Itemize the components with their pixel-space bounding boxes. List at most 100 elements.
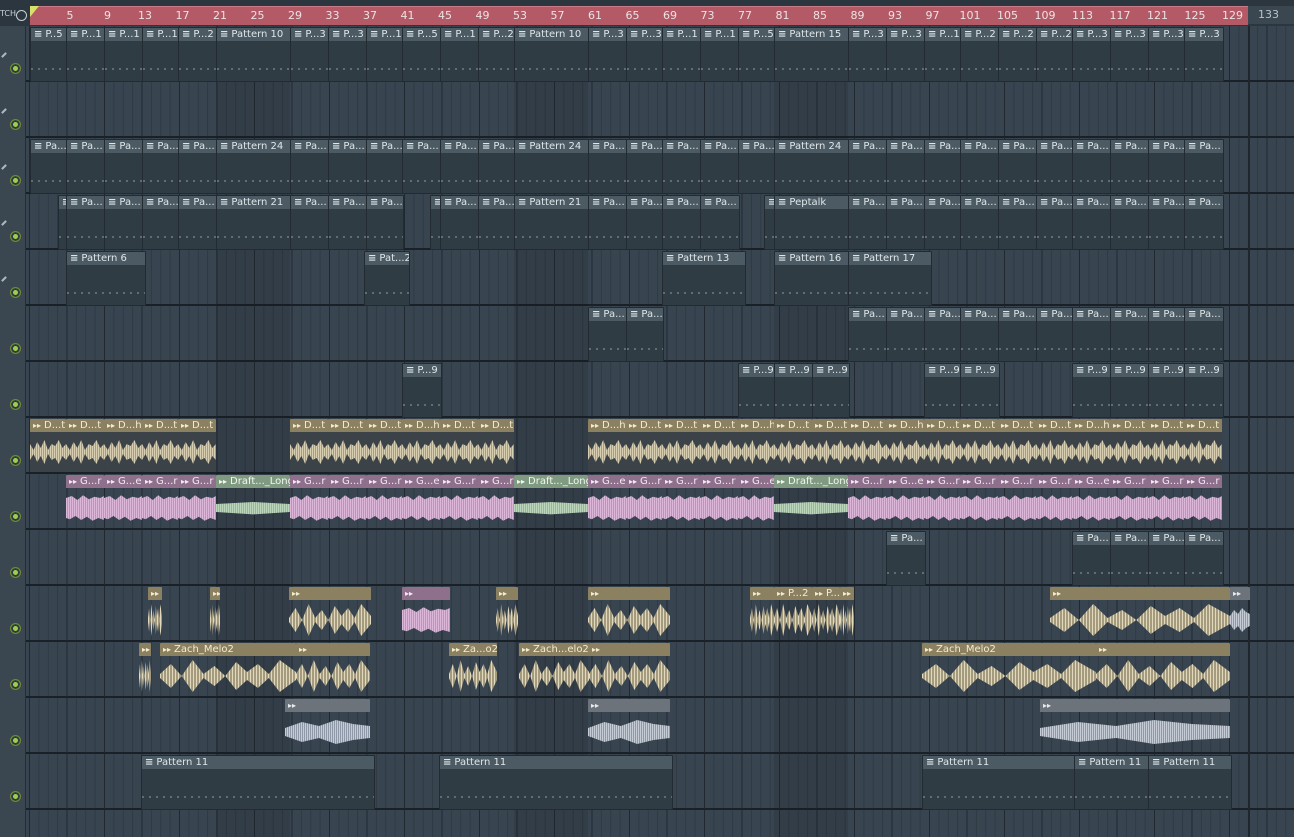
- pattern-clip[interactable]: Pa...: [738, 139, 776, 194]
- timeline-ruler[interactable]: 5 9 13 17 21 25 29 33 37 41 45 49 53 57 61 65 69 73 77 81 85…: [30, 6, 1248, 25]
- pattern-clip[interactable]: Pa...: [104, 195, 144, 250]
- pattern-clip[interactable]: Pa...: [700, 195, 740, 250]
- audio-clip[interactable]: G...er: [738, 475, 774, 528]
- pattern-clip[interactable]: Pattern 21: [514, 195, 590, 250]
- pattern-clip[interactable]: Pa...: [662, 139, 702, 194]
- pattern-clip[interactable]: P...2: [178, 27, 218, 82]
- audio-clip[interactable]: D...t: [440, 419, 478, 472]
- pattern-clip[interactable]: Pa...: [1072, 139, 1112, 194]
- audio-clip[interactable]: D...t: [812, 419, 848, 472]
- pattern-clip[interactable]: Pattern 24: [216, 139, 292, 194]
- track-mute-led-icon[interactable]: [10, 511, 21, 522]
- pattern-clip[interactable]: Pa...: [478, 195, 516, 250]
- pattern-clip[interactable]: Pa...: [998, 139, 1038, 194]
- pattern-clip[interactable]: P...9: [774, 363, 814, 418]
- pattern-clip[interactable]: P...2: [960, 27, 1000, 82]
- track-mute-led-icon[interactable]: [10, 287, 21, 298]
- pattern-clip[interactable]: Pattern 17: [848, 251, 932, 306]
- track-handle-icon[interactable]: [1, 276, 7, 282]
- pattern-clip[interactable]: Pa...: [1148, 531, 1186, 586]
- audio-clip[interactable]: D...t: [662, 419, 700, 472]
- audio-clip[interactable]: [1230, 587, 1250, 640]
- audio-clip[interactable]: D...t: [328, 419, 366, 472]
- pattern-clip[interactable]: P...1: [700, 27, 740, 82]
- audio-clip[interactable]: D...t: [1110, 419, 1148, 472]
- audio-clip[interactable]: D...ht: [402, 419, 440, 472]
- pattern-clip[interactable]: Pa...: [626, 139, 664, 194]
- track-mute-led-icon[interactable]: [10, 399, 21, 410]
- audio-clip[interactable]: [402, 587, 450, 640]
- pattern-clip[interactable]: Pa...: [960, 195, 1000, 250]
- pattern-clip[interactable]: Pattern 10: [514, 27, 590, 82]
- pattern-clip[interactable]: Pa...: [700, 139, 740, 194]
- audio-clip[interactable]: G...r: [626, 475, 662, 528]
- pattern-clip[interactable]: P...9: [924, 363, 962, 418]
- audio-clip[interactable]: D...t: [366, 419, 402, 472]
- pattern-clip[interactable]: Pa...: [662, 195, 702, 250]
- audio-clip[interactable]: G...er: [104, 475, 142, 528]
- pattern-clip[interactable]: Pa...: [440, 139, 480, 194]
- pattern-clip[interactable]: P...1: [440, 27, 480, 82]
- audio-clip[interactable]: D...t: [1036, 419, 1072, 472]
- audio-clip[interactable]: G...er: [1072, 475, 1110, 528]
- pattern-clip[interactable]: Pattern 11: [1074, 755, 1150, 810]
- pattern-clip[interactable]: Pa...: [848, 139, 888, 194]
- pattern-clip[interactable]: P...9: [1110, 363, 1150, 418]
- pattern-clip[interactable]: Pa...: [1184, 195, 1224, 250]
- audio-clip[interactable]: [589, 643, 670, 696]
- audio-clip[interactable]: [1050, 587, 1230, 640]
- audio-clip[interactable]: D...t: [66, 419, 104, 472]
- audio-clip[interactable]: [496, 587, 518, 640]
- pattern-clip[interactable]: Pa...: [886, 139, 926, 194]
- pattern-clip[interactable]: P...1: [142, 27, 180, 82]
- audio-clip[interactable]: D...t: [478, 419, 514, 472]
- pattern-clip[interactable]: Pa...: [998, 307, 1038, 362]
- pattern-clip[interactable]: Pattern 24: [514, 139, 590, 194]
- track-mute-led-icon[interactable]: [10, 623, 21, 634]
- pattern-clip[interactable]: Pa...: [366, 139, 404, 194]
- audio-clip[interactable]: [139, 643, 151, 696]
- pattern-clip[interactable]: P...3: [1110, 27, 1150, 82]
- pattern-clip[interactable]: Pa...: [960, 307, 1000, 362]
- audio-clip[interactable]: G...r: [478, 475, 514, 528]
- track-mute-led-icon[interactable]: [10, 119, 21, 130]
- pattern-clip[interactable]: Pa...: [178, 195, 218, 250]
- pattern-clip[interactable]: P...3: [626, 27, 664, 82]
- pattern-clip[interactable]: Pattern 10: [216, 27, 292, 82]
- pattern-clip[interactable]: P...5: [402, 27, 442, 82]
- pattern-clip[interactable]: Pa...: [178, 139, 218, 194]
- track-mute-led-icon[interactable]: [10, 175, 21, 186]
- pattern-clip[interactable]: Pa...: [1110, 531, 1150, 586]
- audio-clip[interactable]: D...ht: [104, 419, 142, 472]
- pattern-clip[interactable]: P...9: [402, 363, 442, 418]
- pattern-clip[interactable]: Pattern 11: [141, 755, 375, 810]
- audio-clip[interactable]: G...r: [366, 475, 402, 528]
- audio-clip[interactable]: D...t: [30, 419, 66, 472]
- audio-clip[interactable]: Draft..._Long2: [216, 475, 290, 528]
- audio-clip[interactable]: [588, 587, 670, 640]
- pattern-clip[interactable]: P...3: [1184, 27, 1224, 82]
- pattern-clip[interactable]: Pa...: [1148, 139, 1186, 194]
- track-mute-led-icon[interactable]: [10, 791, 21, 802]
- track-handle-icon[interactable]: [1, 52, 7, 58]
- pattern-clip[interactable]: Pa...: [848, 307, 888, 362]
- pattern-clip[interactable]: Pa...: [1184, 531, 1224, 586]
- pattern-clip[interactable]: P...9: [812, 363, 850, 418]
- pattern-clip[interactable]: Pattern 6: [66, 251, 146, 306]
- pattern-clip[interactable]: Pattern 13: [662, 251, 746, 306]
- audio-clip[interactable]: G...r: [960, 475, 998, 528]
- pattern-clip[interactable]: Pattern 24: [774, 139, 850, 194]
- audio-clip[interactable]: D...ht: [886, 419, 924, 472]
- pattern-clip[interactable]: P...3: [588, 27, 628, 82]
- pattern-clip[interactable]: Pa...: [366, 195, 404, 250]
- pattern-clip[interactable]: Pa...: [142, 139, 180, 194]
- pattern-clip[interactable]: Pattern 11: [439, 755, 673, 810]
- audio-clip[interactable]: P...2: [812, 587, 840, 640]
- audio-clip[interactable]: D...t: [700, 419, 738, 472]
- audio-clip[interactable]: D...ht: [1072, 419, 1110, 472]
- pattern-clip[interactable]: Pa...: [290, 139, 330, 194]
- pattern-clip[interactable]: Pa...: [1036, 195, 1074, 250]
- pattern-clip[interactable]: P...2: [998, 27, 1038, 82]
- audio-clip[interactable]: Za...o2: [449, 643, 497, 696]
- pattern-clip[interactable]: P...1: [662, 27, 702, 82]
